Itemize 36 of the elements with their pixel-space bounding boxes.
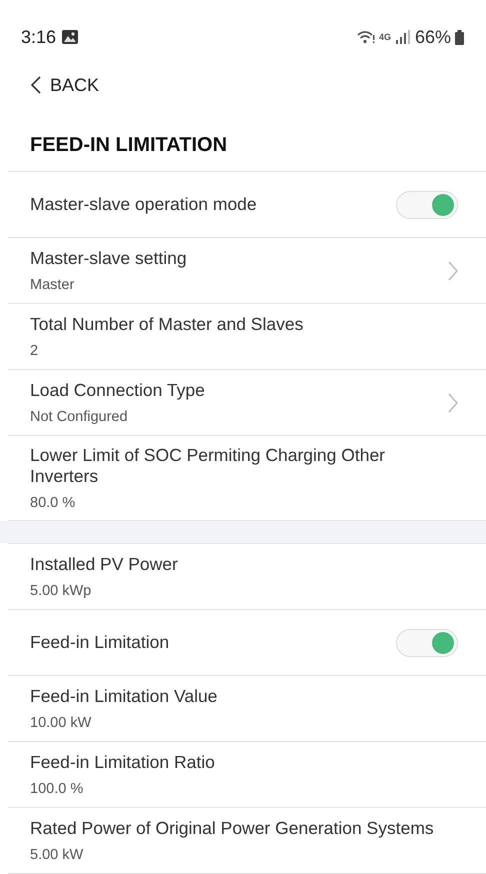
page-title: FEED-IN LIMITATION bbox=[29, 134, 228, 156]
chevron-right-icon bbox=[448, 260, 458, 280]
setting-label: Total Number of Master and Slaves bbox=[30, 314, 304, 335]
setting-label: Feed-in Limitation Value bbox=[30, 686, 218, 707]
setting-value: 10.00 kW bbox=[30, 715, 92, 731]
network-type: 4G bbox=[378, 32, 391, 42]
setting-value: 5.00 kWp bbox=[30, 583, 92, 599]
chevron-right-icon bbox=[448, 392, 458, 412]
setting-value: 100.0 % bbox=[30, 781, 84, 797]
setting-value: Not Configured bbox=[30, 409, 129, 425]
chevron-left-icon bbox=[30, 76, 42, 94]
battery-percent: 66% bbox=[414, 26, 451, 48]
toggle-switch[interactable] bbox=[396, 628, 458, 656]
setting-value: 5.00 kW bbox=[30, 847, 84, 863]
setting-label: Lower Limit of SOC Permiting Charging Other Inverters bbox=[30, 445, 386, 487]
setting-label: Feed-in Limitation Ratio bbox=[30, 752, 215, 773]
setting-label: Rated Power of Original Power Generation Systems bbox=[30, 818, 434, 839]
status-time: 3:16 bbox=[21, 26, 56, 48]
setting-value: 2 bbox=[30, 343, 40, 359]
setting-value: Master bbox=[30, 277, 76, 293]
toggle-row[interactable]: Master-slave operation mode bbox=[8, 172, 486, 238]
image-icon bbox=[62, 30, 78, 44]
signal-icon bbox=[394, 30, 411, 44]
setting-label: Load Connection Type bbox=[30, 380, 205, 401]
setting-label: Installed PV Power bbox=[30, 554, 178, 575]
wifi-icon bbox=[356, 30, 375, 44]
back-button[interactable]: BACK bbox=[30, 74, 100, 96]
setting-label: Feed-in Limitation bbox=[30, 632, 170, 653]
toggle-row[interactable]: Feed-in Limitation bbox=[8, 610, 486, 676]
setting-row[interactable]: Master-slave setting Master bbox=[8, 238, 486, 304]
setting-label: Master-slave setting bbox=[30, 248, 187, 269]
battery-icon bbox=[455, 30, 464, 44]
toggle-switch[interactable] bbox=[396, 190, 458, 218]
setting-value: 80.0 % bbox=[30, 495, 76, 511]
setting-row[interactable]: Load Connection Type Not Configured bbox=[8, 370, 486, 436]
setting-label: Master-slave operation mode bbox=[30, 194, 257, 215]
